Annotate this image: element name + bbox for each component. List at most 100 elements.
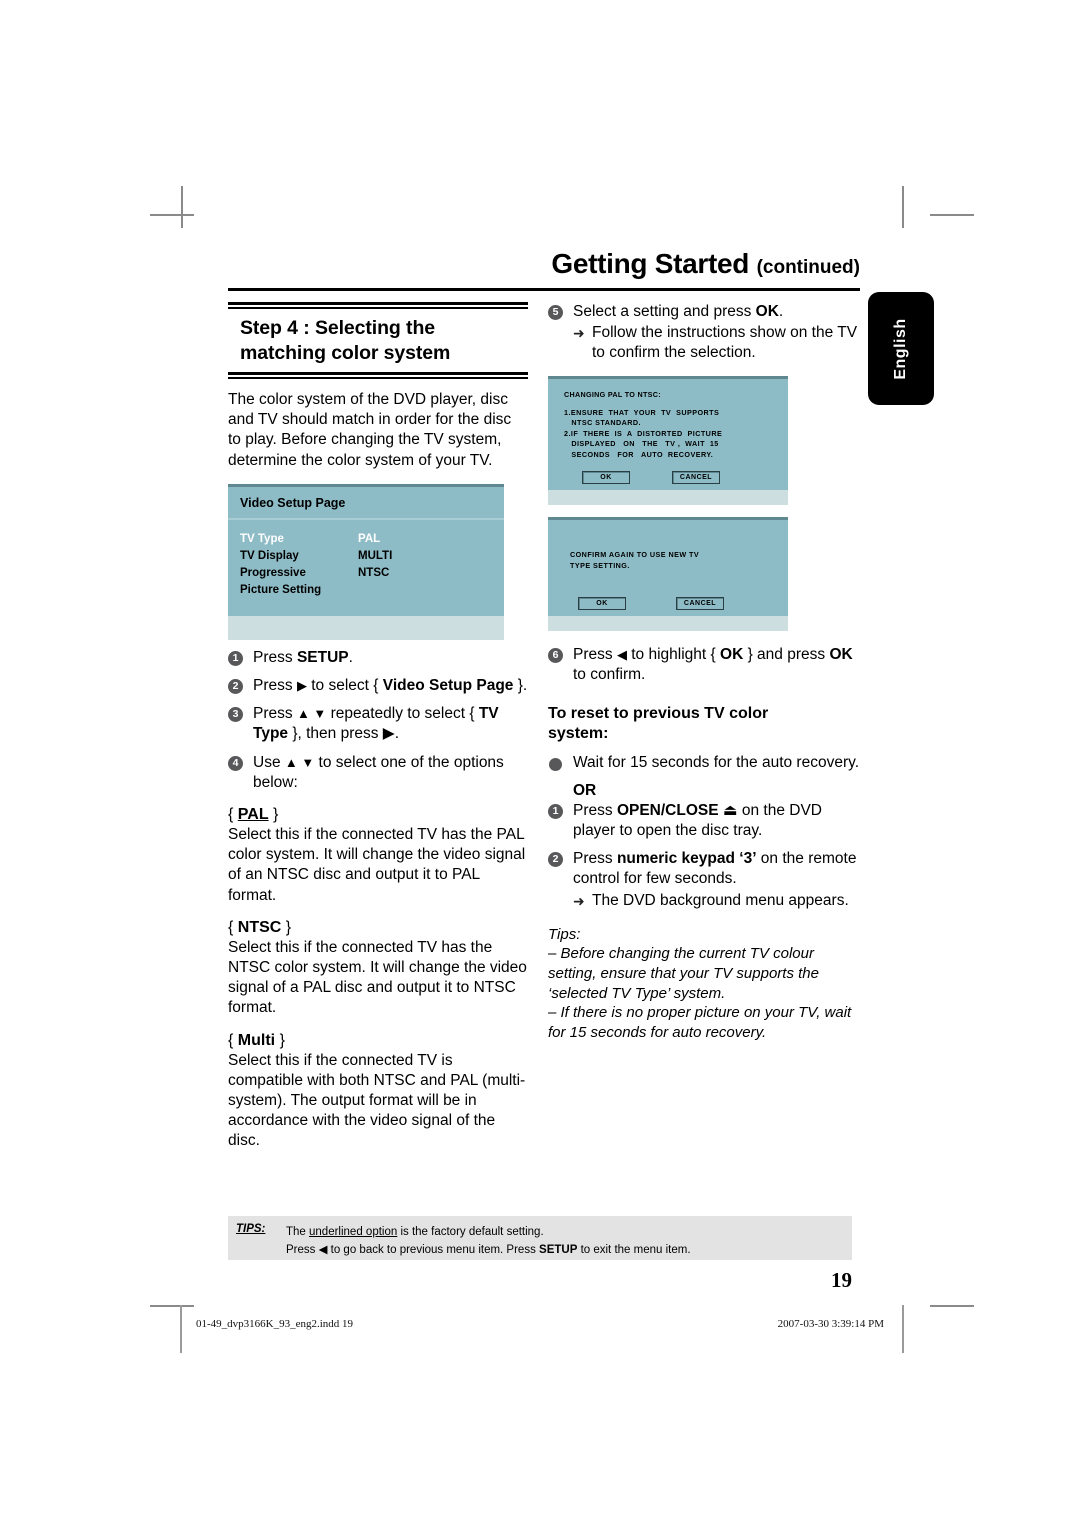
step-text-pre: Press bbox=[573, 850, 617, 868]
tips-line2-post: to exit the menu item. bbox=[577, 1244, 691, 1256]
option-heading-pal: { PAL } bbox=[228, 806, 528, 824]
tips-line2-bold: SETUP bbox=[539, 1244, 578, 1256]
osd-row-picture-setting[interactable]: Picture Setting bbox=[240, 582, 504, 599]
tips-line1-pre: The bbox=[286, 1226, 310, 1238]
tv-dialog-title: CHANGING PAL TO NTSC: bbox=[564, 389, 661, 399]
option-heading-multi: { Multi } bbox=[228, 1032, 528, 1050]
tv-dialog-lines: 1.ENSURE THAT YOUR TV SUPPORTS NTSC STAN… bbox=[564, 408, 776, 461]
step-text-bold: Video Setup Page bbox=[382, 677, 514, 695]
tv-dialog-buttons: OK CANCEL bbox=[564, 471, 776, 485]
step-5-substep-text: Follow the instructions show on the TV t… bbox=[592, 324, 858, 362]
right-column: 5 Select a setting and press OK. ➜ Follo… bbox=[548, 302, 860, 1042]
option-name: PAL bbox=[237, 806, 269, 824]
tv-dialog-ok-button[interactable]: OK bbox=[578, 597, 626, 611]
or-step-2-substep-text: The DVD background menu appears. bbox=[592, 891, 849, 909]
step-text-pre: Press bbox=[253, 648, 297, 666]
tv-dialog-line: DISPLAYED ON THE TV , WAIT 15 bbox=[564, 439, 719, 449]
step-text-mid: to highlight { bbox=[626, 646, 721, 664]
tips-line1-underlined: underlined option bbox=[309, 1226, 398, 1238]
osd-value: NTSC bbox=[358, 566, 390, 579]
osd-label: Progressive bbox=[240, 566, 306, 579]
osd-video-setup-page: Video Setup Page TV Type PAL TV Display … bbox=[228, 483, 504, 640]
step-heading-line1: Step 4 : Selecting the bbox=[240, 317, 436, 339]
osd-footer-band bbox=[228, 615, 504, 640]
tv-dialog-buttons: OK CANCEL bbox=[570, 597, 776, 611]
or-step-2-substep: ➜ The DVD background menu appears. bbox=[573, 891, 860, 911]
step-heading: Step 4 : Selecting the matching color sy… bbox=[228, 309, 528, 372]
arrow-icon: ➜ bbox=[573, 325, 585, 342]
osd-row-tv-display[interactable]: TV Display MULTI bbox=[240, 548, 504, 565]
reset-bullet-text: Wait for 15 seconds for the auto recover… bbox=[573, 753, 860, 771]
step-number: 2 bbox=[548, 852, 563, 868]
osd-rows: TV Type PAL TV Display MULTI Progressive… bbox=[228, 520, 504, 616]
step-text-pre: Press bbox=[253, 677, 297, 695]
step-number: 5 bbox=[548, 305, 563, 320]
tv-dialog-lines: CONFIRM AGAIN TO USE NEW TV TYPE SETTING… bbox=[570, 550, 776, 571]
right-arrow-icon: ▶ bbox=[296, 678, 307, 694]
step-number: 1 bbox=[228, 650, 243, 666]
brace-close: } bbox=[268, 806, 279, 824]
or-step-item-1: 1 Press OPEN/CLOSE ⏏ on the DVD player t… bbox=[548, 801, 860, 841]
tv-dialog-line: 2.IF THERE IS A DISTORTED PICTURE bbox=[564, 428, 723, 438]
option-name: NTSC bbox=[237, 918, 282, 936]
language-tab-label: English bbox=[892, 317, 909, 380]
step-text-post: }. bbox=[513, 677, 528, 695]
osd-value: PAL bbox=[358, 532, 381, 545]
page-masthead: Getting Started (continued) bbox=[228, 248, 860, 292]
osd-value: MULTI bbox=[358, 549, 393, 562]
imposition-right-rule bbox=[902, 1305, 904, 1353]
tv-dialog-ok-button[interactable]: OK bbox=[582, 471, 630, 485]
up-down-arrow-icon: ▲ ▼ bbox=[284, 754, 315, 770]
tv-dialog-line: NTSC STANDARD. bbox=[564, 418, 641, 428]
tips-footer-label: TIPS: bbox=[236, 1223, 266, 1235]
brace-open: { bbox=[228, 1031, 238, 1049]
tips-footer-bar: TIPS: The underlined option is the facto… bbox=[228, 1216, 852, 1260]
reset-heading-line1: To reset to previous TV color bbox=[548, 704, 769, 722]
step-heading-rule-bottom bbox=[228, 372, 528, 379]
step-text-post: }, then press ▶. bbox=[288, 725, 400, 743]
osd-title: Video Setup Page bbox=[240, 495, 346, 510]
brace-close: } bbox=[275, 1031, 285, 1049]
crop-mark-top-right-v bbox=[902, 186, 904, 228]
step-number: 1 bbox=[548, 803, 563, 819]
step-number: 4 bbox=[228, 755, 243, 771]
tips-label: Tips: bbox=[548, 925, 581, 943]
language-tab: English bbox=[868, 292, 934, 405]
tv-screen-changing-pal-to-ntsc: CHANGING PAL TO NTSC: 1.ENSURE THAT YOUR… bbox=[548, 375, 788, 506]
page-title-continued: (continued) bbox=[756, 257, 860, 278]
tv-dialog-cancel-button[interactable]: CANCEL bbox=[676, 597, 724, 611]
step-text-tail: to confirm. bbox=[573, 666, 646, 684]
osd-row-progressive[interactable]: Progressive NTSC bbox=[240, 565, 504, 582]
tips-footer-inner: TIPS: The underlined option is the facto… bbox=[228, 1216, 852, 1259]
crop-mark-top-left bbox=[150, 214, 194, 216]
tv-dialog-cancel-button[interactable]: CANCEL bbox=[672, 471, 720, 485]
osd-label: Picture Setting bbox=[240, 583, 322, 596]
option-name: Multi bbox=[237, 1031, 276, 1049]
tips-item: – If there is no proper picture on your … bbox=[548, 1004, 852, 1041]
osd-row-tv-type[interactable]: TV Type PAL bbox=[240, 531, 504, 548]
step-item-2: 2 Press ▶ to select { Video Setup Page }… bbox=[228, 676, 528, 696]
option-body-pal: Select this if the connected TV has the … bbox=[228, 826, 526, 904]
step-text-post: . bbox=[778, 303, 784, 320]
step-text-pre: Press bbox=[573, 646, 617, 664]
option-body-multi: Select this if the connected TV is compa… bbox=[228, 1051, 526, 1150]
step-text-bold2: OK bbox=[829, 646, 853, 664]
step-text-bold: OK bbox=[755, 303, 779, 320]
tv-dialog-line: TYPE SETTING. bbox=[570, 560, 630, 570]
osd-label: TV Type bbox=[240, 532, 284, 545]
tv-footer-band bbox=[548, 616, 788, 632]
tv-dialog-body: CONFIRM AGAIN TO USE NEW TV TYPE SETTING… bbox=[548, 520, 788, 616]
option-heading-ntsc: { NTSC } bbox=[228, 919, 528, 937]
step-text-pre: Press bbox=[573, 801, 617, 819]
imposition-timestamp: 2007-03-30 3:39:14 PM bbox=[777, 1318, 884, 1330]
tv-screen-confirm-again: CONFIRM AGAIN TO USE NEW TV TYPE SETTING… bbox=[548, 517, 788, 632]
option-body-ntsc: Select this if the connected TV has the … bbox=[228, 938, 527, 1017]
or-step-item-2: 2 Press numeric keypad ‘3’ on the remote… bbox=[548, 849, 860, 911]
brace-close: } bbox=[281, 918, 292, 936]
crop-mark-bottom-right bbox=[930, 1305, 974, 1307]
tv-footer-band bbox=[548, 490, 788, 506]
eject-icon: ⏏ bbox=[722, 801, 738, 819]
crop-mark-top-left-v bbox=[181, 186, 183, 228]
step-item-1: 1 Press SETUP. bbox=[228, 648, 528, 668]
reset-bullet-item: Wait for 15 seconds for the auto recover… bbox=[548, 753, 860, 773]
